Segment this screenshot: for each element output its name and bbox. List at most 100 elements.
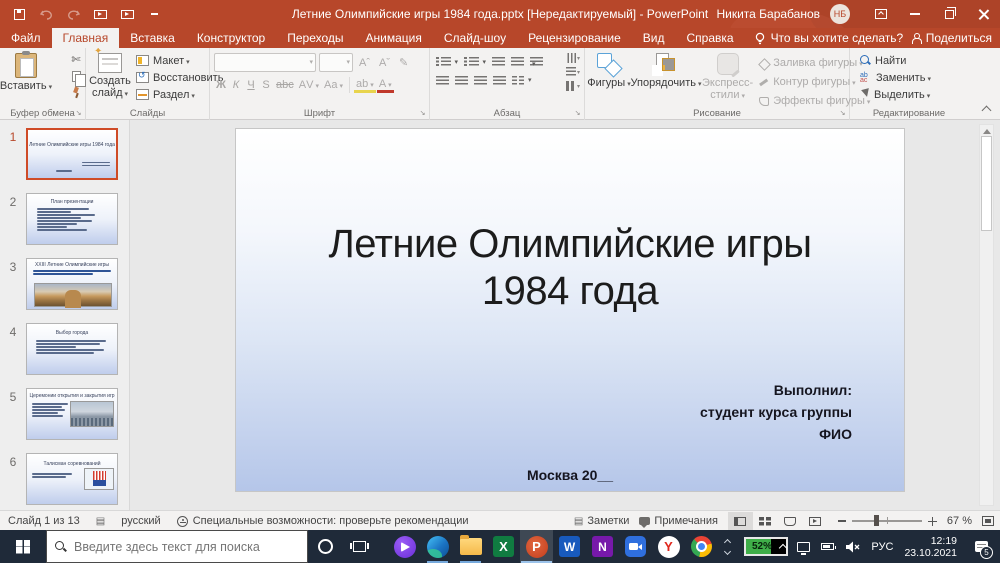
zoom-slider-thumb[interactable] — [874, 515, 879, 526]
customize-qat-icon[interactable] — [147, 7, 161, 21]
line-spacing-button[interactable] — [530, 57, 543, 67]
collapse-ribbon-icon[interactable] — [982, 106, 992, 116]
font-color-button[interactable]: А — [377, 78, 394, 93]
scroll-up-icon[interactable] — [723, 538, 730, 545]
taskbar-scroll-arrows[interactable] — [718, 530, 736, 563]
taskbar-app-explorer[interactable] — [454, 530, 487, 563]
language-indicator[interactable]: русский — [121, 515, 160, 527]
minimize-button[interactable] — [898, 0, 932, 28]
slide-thumbnail-5[interactable]: Церемонии открытия и закрытия игр — [26, 388, 118, 440]
columns-button[interactable] — [512, 76, 532, 86]
tab-transitions[interactable]: Переходы — [276, 28, 354, 48]
drawing-dialog-launcher[interactable] — [838, 109, 847, 118]
align-center-button[interactable] — [455, 76, 468, 86]
current-slide[interactable]: Летние Олимпийские игры 1984 года Выполн… — [235, 128, 905, 492]
align-right-button[interactable] — [474, 76, 487, 86]
display-tray-icon[interactable] — [797, 542, 810, 552]
notes-toggle[interactable]: Заметки — [574, 515, 630, 527]
select-button[interactable]: Выделить — [858, 86, 968, 103]
slide-thumbnail-6[interactable]: Талисман соревнований — [26, 453, 118, 505]
cut-icon[interactable]: ✄ — [71, 53, 80, 66]
ribbon-display-options-button[interactable] — [864, 0, 898, 28]
action-center-button[interactable]: 5 — [968, 530, 994, 563]
taskbar-app-excel[interactable]: X — [487, 530, 520, 563]
find-button[interactable]: Найти — [858, 52, 968, 69]
slide-thumbnail-3[interactable]: XXIII Летние Олимпийские игры — [26, 258, 118, 310]
text-direction-button[interactable] — [566, 53, 580, 63]
taskbar-app-word[interactable]: W — [553, 530, 586, 563]
scroll-up-icon[interactable] — [983, 129, 991, 134]
zoom-in-button[interactable] — [928, 517, 937, 526]
hidden-icons-chevron[interactable] — [779, 544, 787, 552]
text-shadow-button[interactable]: S — [259, 79, 273, 91]
account-name[interactable]: Никита Барабанов — [716, 7, 820, 21]
slide-thumbnail-2[interactable]: План презентации — [26, 193, 118, 245]
slide-thumbnail-1[interactable]: Летние Олимпийские игры 1984 года — [26, 128, 118, 180]
replace-button[interactable]: abac Заменить — [858, 69, 968, 86]
spellcheck-icon[interactable] — [96, 515, 105, 527]
copy-icon[interactable] — [72, 71, 81, 82]
tell-me-box[interactable]: Что вы хотите сделать? — [745, 28, 914, 48]
bold-button[interactable]: Ж — [214, 79, 228, 91]
highlight-color-button[interactable]: ab — [354, 78, 376, 93]
taskbar-app-onenote[interactable]: N — [586, 530, 619, 563]
tab-animations[interactable]: Анимация — [355, 28, 433, 48]
muted-speaker-icon[interactable] — [845, 541, 860, 553]
taskbar-app-edge[interactable] — [421, 530, 454, 563]
tab-slideshow[interactable]: Слайд-шоу — [433, 28, 517, 48]
increase-indent-button[interactable] — [511, 57, 524, 67]
start-button[interactable] — [0, 530, 46, 563]
battery-tray-icon[interactable] — [821, 543, 834, 550]
font-size-combo[interactable] — [319, 53, 353, 72]
share-button[interactable]: Поделиться — [911, 28, 992, 48]
font-dialog-launcher[interactable] — [418, 109, 427, 118]
format-painter-icon[interactable] — [71, 87, 81, 98]
taskbar-app-powerpoint[interactable]: P — [520, 530, 553, 563]
slide-byline[interactable]: Выполнил: студент курса группы ФИО — [700, 379, 852, 445]
tab-review[interactable]: Рецензирование — [517, 28, 632, 48]
clock[interactable]: 12:19 23.10.2021 — [904, 535, 957, 559]
slideshow-view-button[interactable] — [803, 512, 828, 530]
font-name-combo[interactable] — [214, 53, 316, 72]
scrollbar-thumb[interactable] — [981, 136, 992, 231]
taskbar-search[interactable] — [46, 530, 308, 563]
close-button[interactable] — [966, 0, 1000, 28]
slide-thumbnail-4[interactable]: Выбор города — [26, 323, 118, 375]
vertical-scrollbar[interactable] — [979, 124, 994, 506]
comments-toggle[interactable]: Примечания — [639, 515, 718, 527]
reading-view-button[interactable] — [778, 512, 803, 530]
zoom-out-button[interactable] — [838, 520, 846, 522]
underline-button[interactable]: Ч — [244, 79, 258, 91]
save-icon[interactable] — [12, 7, 26, 21]
tab-home[interactable]: Главная — [52, 28, 120, 48]
taskbar-app-camera[interactable] — [619, 530, 652, 563]
character-spacing-button[interactable]: АV — [297, 79, 321, 91]
paragraph-dialog-launcher[interactable] — [573, 109, 582, 118]
decrease-indent-button[interactable] — [492, 57, 505, 67]
undo-icon[interactable] — [39, 7, 53, 21]
strikethrough-button[interactable]: abc — [274, 79, 296, 91]
tab-file[interactable]: Файл — [0, 28, 52, 48]
italic-button[interactable]: К — [229, 79, 243, 91]
task-view-button[interactable] — [342, 530, 376, 563]
convert-smartart-button[interactable] — [566, 81, 580, 91]
align-left-button[interactable] — [436, 76, 449, 86]
slide-sorter-button[interactable] — [753, 512, 778, 530]
zoom-level[interactable]: 67 % — [947, 515, 972, 527]
shrink-font-button[interactable]: Аˇ — [376, 57, 393, 69]
grow-font-button[interactable]: Аˆ — [356, 57, 373, 69]
start-slideshow-icon[interactable] — [93, 7, 107, 21]
tab-help[interactable]: Справка — [675, 28, 744, 48]
redo-icon[interactable] — [66, 7, 80, 21]
tab-view[interactable]: Вид — [632, 28, 676, 48]
slide-title[interactable]: Летние Олимпийские игры 1984 года — [276, 221, 864, 315]
taskbar-app-alice[interactable] — [388, 530, 421, 563]
change-case-button[interactable]: Аа — [322, 79, 345, 91]
numbering-button[interactable] — [464, 57, 486, 67]
presenter-view-icon[interactable] — [120, 7, 134, 21]
keyboard-language[interactable]: РУС — [871, 541, 893, 553]
normal-view-button[interactable] — [728, 512, 753, 530]
align-text-button[interactable] — [566, 67, 580, 77]
cortana-button[interactable] — [308, 530, 342, 563]
slide-footer[interactable]: Москва 20__ — [236, 467, 904, 483]
